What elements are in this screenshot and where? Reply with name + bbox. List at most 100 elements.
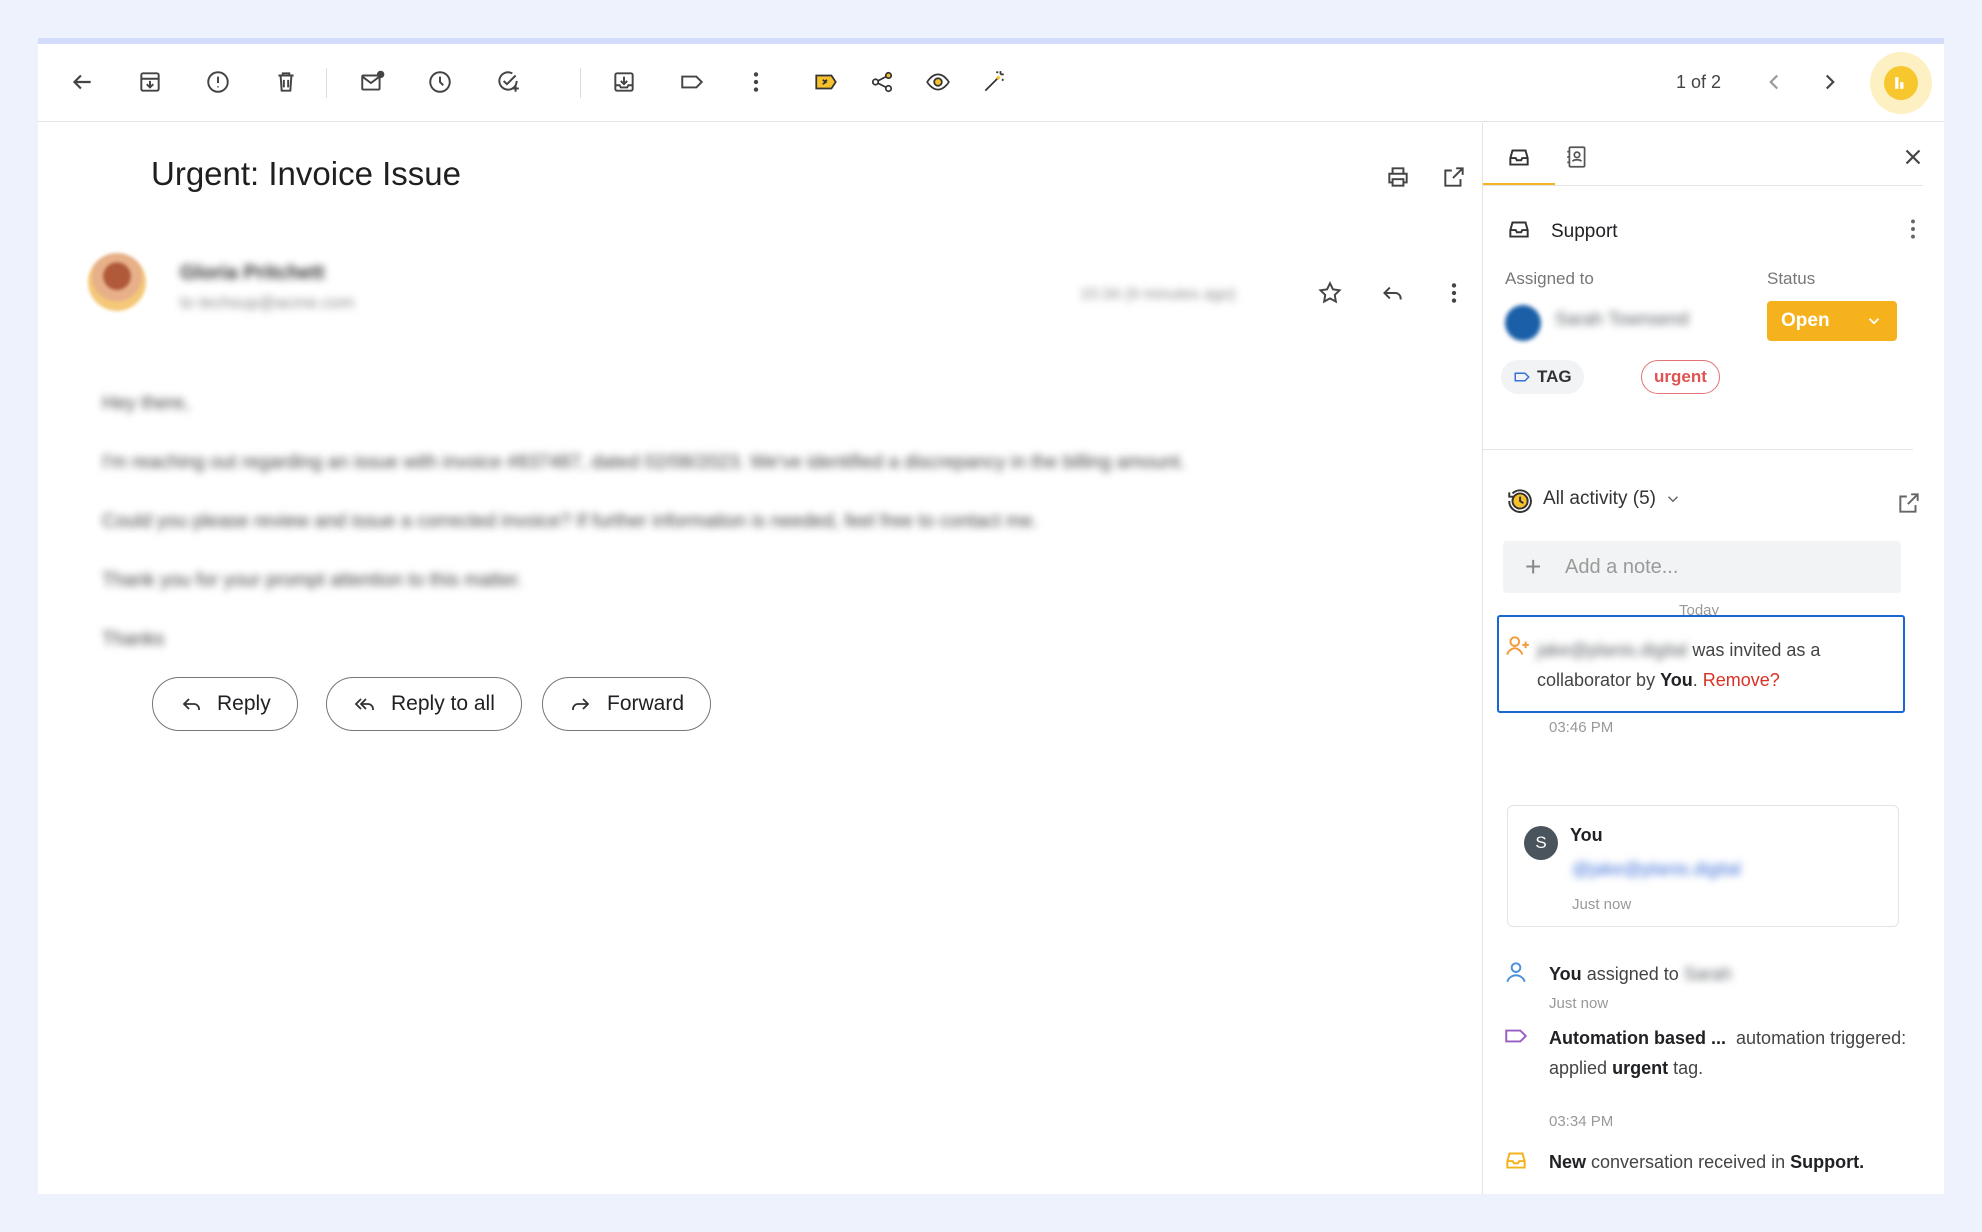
archive-icon[interactable] — [132, 64, 168, 100]
add-tag-chip[interactable]: TAG — [1501, 360, 1584, 394]
contacts-tab-icon[interactable] — [1559, 139, 1595, 175]
label-icon — [1501, 1021, 1531, 1051]
user-avatar: S — [1524, 826, 1558, 860]
inbox-icon — [1501, 1145, 1531, 1175]
pager-count: 1 of 2 — [1676, 72, 1722, 92]
more-vert-icon[interactable] — [738, 64, 774, 100]
add-note-input[interactable] — [1503, 541, 1901, 593]
activity-filter-dropdown[interactable]: All activity (5) — [1543, 488, 1682, 510]
close-panel-icon[interactable] — [1895, 139, 1931, 175]
sent-time: 15:34 (9 minutes ago) — [1080, 286, 1236, 303]
magic-wand-icon[interactable] — [976, 64, 1012, 100]
label-icon — [1514, 372, 1530, 382]
share-icon[interactable] — [864, 64, 900, 100]
chevron-left-icon[interactable] — [1756, 64, 1792, 100]
gmail-window: 1 of 2 Urgent: Invoice Issue Gloria Prit… — [38, 38, 1944, 1194]
mark-unread-icon[interactable] — [354, 64, 390, 100]
urgent-tag-chip[interactable]: urgent — [1641, 360, 1720, 394]
automation-text: automation — [1736, 1028, 1826, 1048]
received-inbox: Support. — [1790, 1152, 1865, 1172]
status-dropdown[interactable]: Open — [1767, 301, 1897, 341]
reply-all-icon — [354, 698, 374, 710]
open-new-window-icon[interactable] — [1436, 159, 1472, 195]
print-icon[interactable] — [1380, 159, 1416, 195]
email-view: Urgent: Invoice Issue Gloria Pritchett t… — [38, 123, 1482, 1194]
note-author: You — [1570, 825, 1603, 845]
status-value: Open — [1781, 310, 1830, 331]
reply-all-button[interactable]: Reply to all — [326, 677, 522, 731]
delete-icon[interactable] — [268, 64, 304, 100]
activity-event-assign: You assigned to Sarah — [1549, 959, 1732, 989]
assignee-avatar — [1505, 305, 1541, 341]
automation-text: tag. — [1673, 1058, 1704, 1078]
invitee-email: jake@planis.digital — [1537, 640, 1688, 660]
email-body-line: Thank you for your prompt attention to t… — [102, 570, 523, 591]
assignee-dropdown[interactable]: Sarah Townsend — [1555, 309, 1689, 330]
reply-button[interactable]: Reply — [152, 677, 298, 731]
more-vert-icon[interactable] — [1436, 275, 1472, 311]
activity-title: All activity (5) — [1543, 488, 1656, 509]
inbox-icon — [1501, 211, 1537, 247]
inbox-tab-icon[interactable] — [1501, 139, 1537, 175]
report-spam-icon[interactable] — [200, 64, 236, 100]
label-icon[interactable] — [674, 64, 710, 100]
person-icon — [1501, 957, 1531, 987]
tag-extension-icon[interactable] — [808, 64, 844, 100]
reply-icon — [182, 698, 200, 710]
person-add-icon — [1503, 631, 1533, 661]
more-vert-icon[interactable] — [1895, 211, 1931, 247]
toolbar-divider — [326, 68, 327, 98]
sender-avatar — [88, 253, 146, 311]
assigned-to-label: Assigned to — [1505, 269, 1594, 288]
remove-collaborator-link[interactable]: Remove? — [1703, 670, 1780, 690]
automation-tag: urgent — [1612, 1058, 1669, 1078]
sidebar-panel: Support Assigned to Status Sarah Townsen… — [1482, 123, 1944, 1194]
assign-actor: You — [1549, 964, 1582, 984]
received-text: conversation received in — [1591, 1152, 1786, 1172]
assign-target: Sarah — [1683, 964, 1732, 984]
open-external-icon[interactable] — [1891, 485, 1927, 521]
extension-logo-icon[interactable] — [1870, 52, 1932, 114]
activity-event-automation: Automation based ... automation triggere… — [1549, 1023, 1919, 1083]
activity-event-invite[interactable]: jake@planis.digital was invited as a col… — [1497, 615, 1905, 713]
invite-text: was invited as a — [1692, 640, 1821, 660]
automation-name: Automation based ... — [1549, 1028, 1727, 1048]
email-body-line: Thanks — [102, 629, 165, 650]
event-time: Just now — [1572, 896, 1632, 913]
invite-actor: You — [1660, 670, 1693, 690]
chevron-right-icon[interactable] — [1812, 64, 1848, 100]
received-bold: New — [1549, 1152, 1587, 1172]
event-time: 03:34 PM — [1549, 1113, 1614, 1130]
event-time: Just now — [1549, 995, 1609, 1012]
section-divider — [1483, 449, 1913, 450]
reply-icon[interactable] — [1374, 275, 1410, 311]
activity-history-icon — [1501, 483, 1537, 519]
activity-event-received: New conversation received in Support. — [1549, 1147, 1919, 1177]
assign-text: assigned to — [1586, 964, 1679, 984]
add-task-icon[interactable] — [490, 64, 526, 100]
sender-name: Gloria Pritchett — [180, 262, 325, 284]
toolbar-divider — [580, 68, 581, 98]
forward-button[interactable]: Forward — [542, 677, 712, 731]
status-label: Status — [1767, 269, 1816, 288]
email-body-line: Could you please review and issue a corr… — [102, 511, 1038, 532]
tag-chip-label: TAG — [1537, 367, 1572, 386]
chevron-down-icon — [1667, 496, 1678, 503]
forward-button-label: Forward — [607, 692, 685, 715]
note-card: S You @jake@planis.digital Just now — [1507, 805, 1899, 927]
move-to-icon[interactable] — [606, 64, 642, 100]
email-body-line: I'm reaching out regarding an issue with… — [102, 452, 1186, 473]
sender-recipient: to techsup@acme.com — [180, 293, 355, 312]
tab-divider — [1483, 185, 1923, 186]
snooze-clock-icon[interactable] — [422, 64, 458, 100]
note-mention: @jake@planis.digital — [1572, 859, 1741, 879]
toolbar: 1 of 2 — [38, 44, 1944, 122]
eye-icon[interactable] — [920, 64, 956, 100]
email-subject: Urgent: Invoice Issue — [151, 155, 461, 192]
reply-all-button-label: Reply to all — [391, 692, 495, 715]
back-arrow-icon[interactable] — [64, 64, 100, 100]
forward-icon — [572, 698, 590, 710]
chevron-down-icon — [1868, 318, 1880, 325]
reply-button-label: Reply — [217, 692, 271, 715]
star-icon[interactable] — [1312, 275, 1348, 311]
